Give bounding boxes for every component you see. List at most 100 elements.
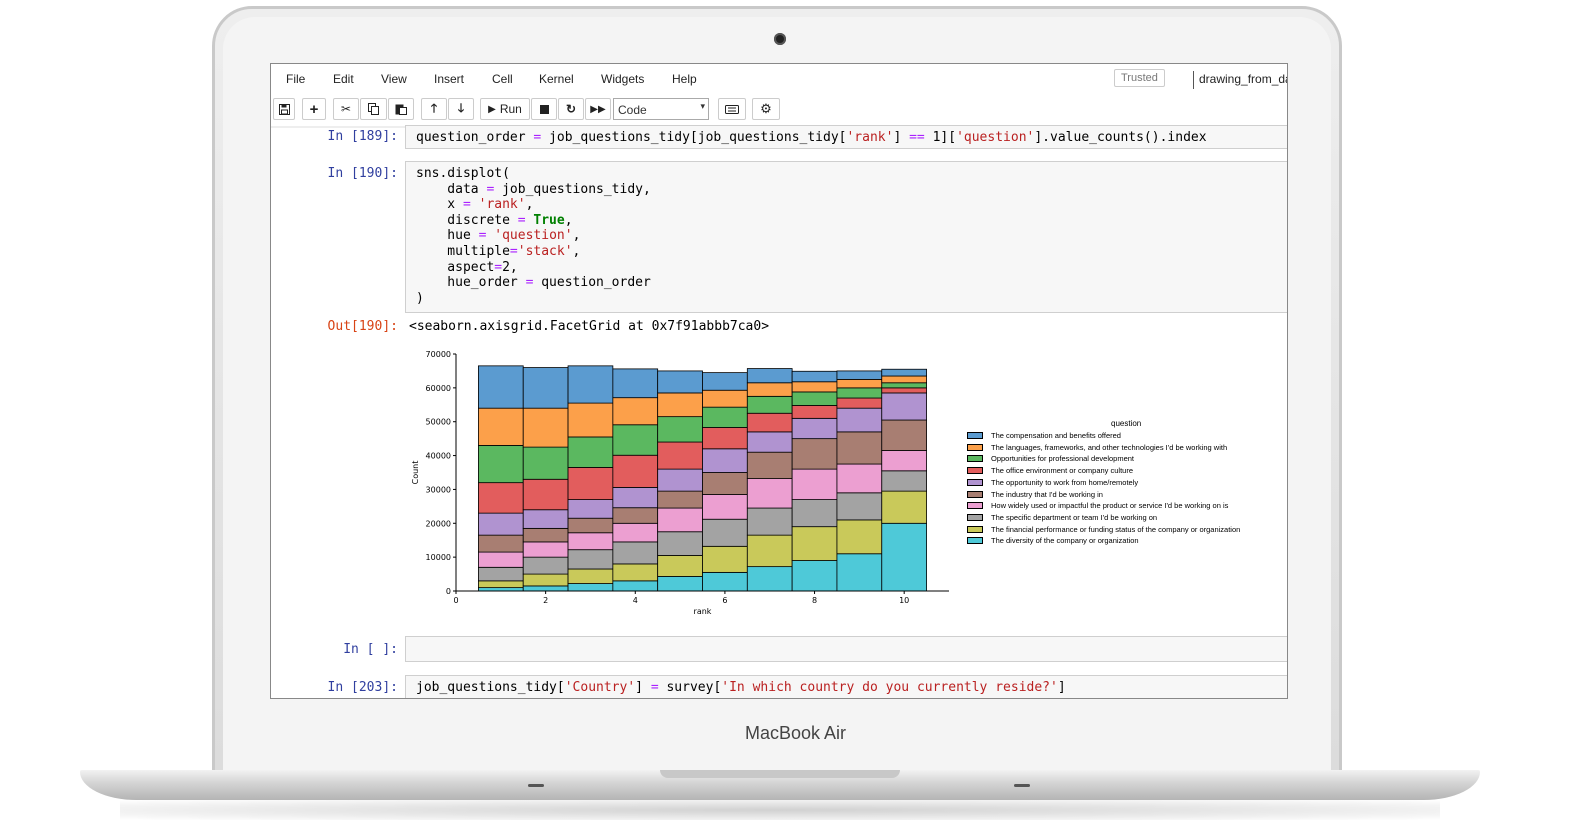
bar-segment <box>567 568 614 584</box>
menu-insert[interactable]: Insert <box>434 72 464 86</box>
legend-label: The languages, frameworks, and other tec… <box>991 442 1228 452</box>
bar-segment <box>567 436 614 468</box>
move-up-button[interactable]: 🡑 <box>421 98 447 120</box>
stacked-bar-chart: 0 10000 20000 30000 40000 50000 60000 70000 0 2 4 6… <box>411 350 949 616</box>
bar-segment <box>612 507 659 524</box>
legend-label: The compensation and benefits offered <box>991 431 1121 440</box>
y-tick-label: 50000 <box>426 418 451 427</box>
bar-segment <box>612 580 659 592</box>
y-tick-label: 10000 <box>426 553 451 562</box>
copy-button[interactable] <box>360 98 387 120</box>
bar-segment <box>522 556 569 575</box>
code-cell[interactable]: sns.displot( data = job_questions_tidy, … <box>405 161 1287 313</box>
command-palette-button[interactable] <box>718 98 746 120</box>
menu-widgets[interactable]: Widgets <box>601 72 644 86</box>
menu-help[interactable]: Help <box>672 72 697 86</box>
chevron-down-icon: ▾ <box>700 101 705 111</box>
legend-swatch <box>967 443 983 451</box>
insert-cell-button[interactable]: + <box>302 98 326 120</box>
y-tick-label: 30000 <box>426 485 451 494</box>
bar-segment <box>657 468 703 492</box>
bar-segment <box>657 531 703 556</box>
legend-swatch <box>967 455 983 463</box>
code-text: question_order = job_questions_tidy[job_… <box>416 130 1207 145</box>
bar-segment <box>522 367 569 409</box>
x-tick-label: 2 <box>543 596 548 605</box>
notebook-name[interactable]: drawing_from_da <box>1199 72 1287 86</box>
bar-segment <box>746 478 793 509</box>
legend-swatch <box>967 467 983 475</box>
bar-segment <box>791 417 838 440</box>
bar-segment <box>881 382 927 389</box>
menubar: File Edit View Insert Cell Kernel Widget… <box>271 64 1287 94</box>
settings-icon: ⚙ <box>760 101 772 116</box>
x-tick-label: 8 <box>812 596 817 605</box>
code-text <box>406 637 1287 645</box>
bar-segment <box>881 375 927 384</box>
legend-item: How widely used or impactful the product… <box>967 501 1228 510</box>
run-button[interactable]: ▶ Run <box>480 98 530 120</box>
legend-label: Opportunities for professional developme… <box>991 454 1134 464</box>
code-cell[interactable] <box>405 636 1287 662</box>
menu-edit[interactable]: Edit <box>333 72 354 86</box>
restart-run-all-button[interactable]: ▶▶ <box>585 98 611 120</box>
bar-segment <box>702 427 748 450</box>
code-cell[interactable]: job_questions_tidy['Country'] = survey['… <box>405 675 1287 698</box>
trusted-badge[interactable]: Trusted <box>1114 69 1165 87</box>
cell-prompt: In [203]: <box>327 680 398 695</box>
bar-segment <box>702 571 748 592</box>
settings-button[interactable]: ⚙ <box>752 98 780 120</box>
bar-segment <box>702 545 748 573</box>
restart-button[interactable]: ↻ <box>558 98 584 120</box>
x-tick-label: 6 <box>722 596 727 605</box>
legend-item: Opportunities for professional developme… <box>967 454 1134 463</box>
bar-segment <box>791 560 838 592</box>
bar-segment <box>881 490 927 524</box>
legend-item: The diversity of the company or organiza… <box>967 536 1139 545</box>
bar-segment <box>567 499 614 519</box>
bar-segment <box>881 470 927 492</box>
x-tick-label: 10 <box>899 596 909 605</box>
menu-kernel[interactable]: Kernel <box>539 72 574 86</box>
bar-segment <box>612 368 659 399</box>
menu-cell[interactable]: Cell <box>492 72 513 86</box>
bar-segment <box>836 397 883 409</box>
y-tick-label: 0 <box>446 587 451 596</box>
bar-segment <box>881 419 927 451</box>
bar-segment <box>746 431 793 453</box>
bar-segment <box>746 412 793 433</box>
bar-segment <box>657 490 703 509</box>
y-axis-label: Count <box>411 461 420 485</box>
paste-button[interactable] <box>388 98 414 120</box>
toolbar: + ✂ 🡑 🡓 ▶ Run ↻ ▶▶ Code ▾ ⚙ <box>271 98 1287 122</box>
bar-segment <box>478 407 524 446</box>
interrupt-button[interactable] <box>531 98 557 120</box>
bar-segment <box>522 527 569 543</box>
save-button[interactable] <box>273 98 295 120</box>
cell-prompt: In [189]: <box>327 129 398 144</box>
bar-segment <box>657 507 703 533</box>
stop-icon <box>539 104 549 114</box>
bar-segment <box>836 519 883 555</box>
bar-segment <box>478 551 524 568</box>
bar-segment <box>478 512 524 536</box>
bar-segment <box>836 387 883 399</box>
menu-file[interactable]: File <box>286 72 305 86</box>
bar-segment <box>522 407 569 448</box>
legend-swatch <box>967 525 983 533</box>
bar-segment <box>612 563 659 582</box>
move-down-button[interactable]: 🡓 <box>448 98 474 120</box>
plus-icon: + <box>309 100 319 118</box>
bar-segment <box>791 391 838 406</box>
legend-item: The compensation and benefits offered <box>967 431 1121 440</box>
code-cell[interactable]: question_order = job_questions_tidy[job_… <box>405 125 1287 149</box>
bar-segment <box>836 553 883 592</box>
output-text: <seaborn.axisgrid.FacetGrid at 0x7f91abb… <box>409 319 770 334</box>
cut-button[interactable]: ✂ <box>333 98 359 120</box>
menu-view[interactable]: View <box>381 72 407 86</box>
y-tick-label: 20000 <box>426 519 451 528</box>
bar-segment <box>478 566 524 582</box>
legend-item: The office environment or company cultur… <box>967 466 1133 475</box>
camera-icon <box>774 33 786 45</box>
cell-type-select[interactable]: Code ▾ <box>613 98 709 120</box>
